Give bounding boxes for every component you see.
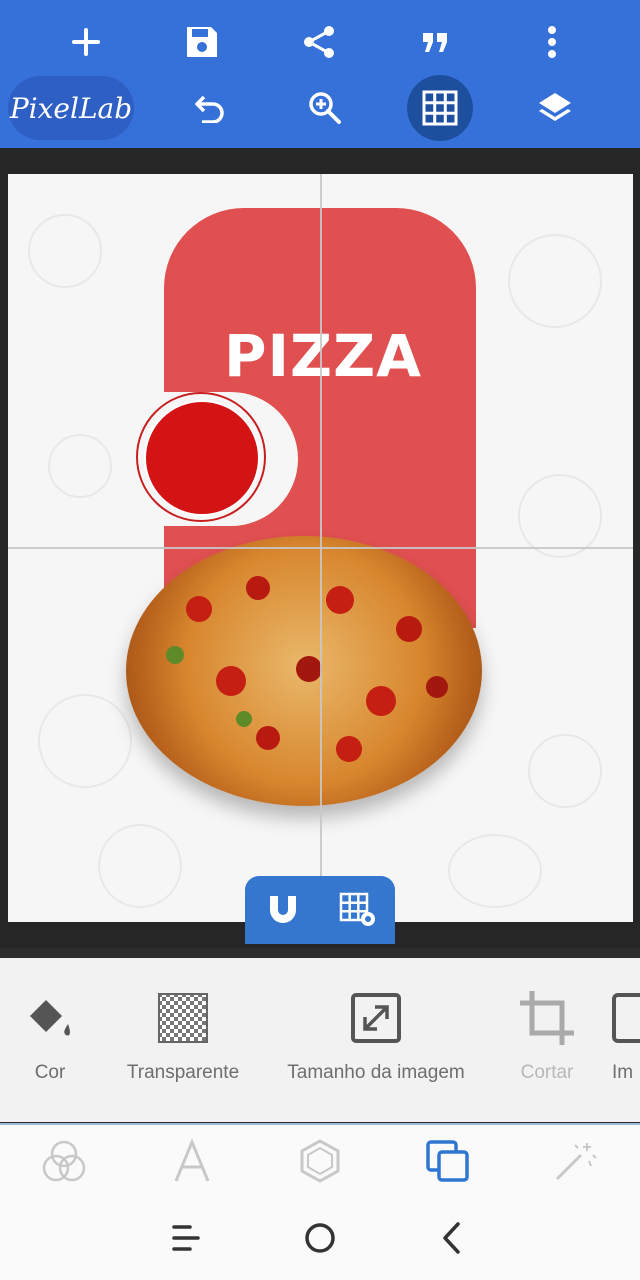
save-button[interactable]: [170, 10, 234, 74]
pizza-image[interactable]: [126, 536, 482, 806]
pepperoni: [396, 616, 422, 642]
text-a-icon: [174, 1139, 210, 1182]
doodle: [528, 734, 602, 808]
doodle: [98, 824, 182, 908]
hexagon-icon: [300, 1139, 340, 1183]
doodle: [518, 474, 602, 558]
pepper: [236, 711, 252, 727]
tab-text[interactable]: [160, 1133, 224, 1189]
zoom-button[interactable]: [293, 76, 357, 140]
zoom-in-icon: [309, 92, 341, 124]
tool-crop[interactable]: Cortar: [502, 958, 592, 1122]
tool-color[interactable]: Cor: [10, 958, 90, 1122]
quote-button[interactable]: [403, 10, 467, 74]
paint-bucket-icon: [30, 1000, 70, 1036]
quote-icon: [423, 33, 447, 52]
back-icon: [443, 1222, 460, 1254]
home-button[interactable]: [290, 1215, 350, 1261]
menu-icon: [172, 1225, 200, 1251]
more-vertical-icon: [548, 26, 556, 58]
tools-row: Cor Transparente Tamanho da imagem Corta…: [0, 958, 640, 1122]
red-circle-shape[interactable]: [144, 400, 260, 516]
doodle: [48, 434, 112, 498]
system-navigation-bar: [0, 1195, 640, 1280]
crop-icon: [520, 991, 574, 1045]
pepperoni: [326, 586, 354, 614]
resize-icon: [351, 993, 401, 1043]
share-button[interactable]: [287, 10, 351, 74]
grid-icon: [422, 90, 458, 126]
grid-settings-button[interactable]: [320, 876, 395, 944]
pepperoni: [296, 656, 322, 682]
add-button[interactable]: [54, 10, 118, 74]
tool-image[interactable]: Im: [612, 958, 640, 1122]
pepperoni: [246, 576, 270, 600]
pixellab-logo[interactable]: PixelLab: [8, 76, 134, 140]
grid-settings-icon: [339, 892, 375, 926]
magic-wand-icon: [555, 1143, 597, 1181]
home-icon: [305, 1223, 335, 1253]
tool-image-size[interactable]: Tamanho da imagem: [270, 958, 482, 1122]
horizontal-guide-line: [8, 547, 633, 549]
layers-square-icon: [426, 1140, 469, 1182]
image-icon: [612, 993, 640, 1043]
magnet-icon: [269, 896, 296, 923]
layers-icon: [539, 93, 571, 121]
recent-apps-button[interactable]: [156, 1215, 216, 1261]
tab-blend[interactable]: [32, 1133, 96, 1189]
doodle: [28, 214, 102, 288]
save-icon: [187, 27, 217, 57]
snap-toolbar: [245, 876, 395, 944]
tool-transparent[interactable]: Transparente: [113, 958, 253, 1122]
pepperoni: [186, 596, 212, 622]
doodle: [38, 694, 132, 788]
add-icon: [72, 28, 100, 56]
doodle: [448, 834, 542, 908]
undo-icon: [195, 95, 224, 123]
tab-effects[interactable]: [544, 1133, 608, 1189]
pepperoni: [336, 736, 362, 762]
blend-circles-icon: [42, 1140, 86, 1182]
tab-shapes[interactable]: [288, 1133, 352, 1189]
magnet-button[interactable]: [245, 876, 320, 944]
top-toolbar: PixelLab: [0, 0, 640, 148]
pepperoni: [216, 666, 246, 696]
undo-button[interactable]: [178, 76, 242, 140]
pizza-title-text[interactable]: PIZZA: [173, 322, 473, 390]
pepperoni: [256, 726, 280, 750]
tab-layers-active[interactable]: [416, 1133, 480, 1189]
checkerboard-icon: [158, 993, 208, 1043]
design-canvas[interactable]: PIZZA: [8, 174, 633, 922]
layers-button[interactable]: [523, 76, 587, 140]
doodle: [508, 234, 602, 328]
pepper: [166, 646, 184, 664]
more-button[interactable]: [520, 10, 584, 74]
share-icon: [304, 26, 334, 58]
back-button[interactable]: [422, 1215, 482, 1261]
pepperoni: [366, 686, 396, 716]
bottom-tab-bar: [0, 1125, 640, 1195]
grid-button[interactable]: [407, 75, 473, 141]
pepperoni: [426, 676, 448, 698]
